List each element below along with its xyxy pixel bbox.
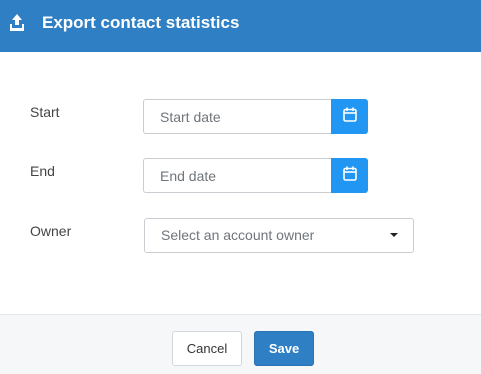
owner-label: Owner — [30, 223, 72, 239]
cancel-button[interactable]: Cancel — [172, 331, 242, 366]
export-contact-statistics-dialog: Export contact statistics Start End — [0, 0, 481, 374]
owner-select-value: Select an account owner — [161, 227, 315, 243]
start-date-input[interactable] — [143, 99, 331, 134]
end-date-group — [143, 158, 368, 193]
start-label: Start — [30, 104, 60, 120]
dialog-header: Export contact statistics — [0, 0, 481, 52]
dialog-footer: Cancel Save — [0, 314, 481, 374]
dialog-body: Start End — [0, 52, 481, 314]
calendar-icon — [342, 107, 357, 127]
dialog-title: Export contact statistics — [42, 13, 240, 32]
end-date-input[interactable] — [143, 158, 331, 193]
save-button[interactable]: Save — [254, 331, 314, 366]
caret-down-icon — [390, 233, 398, 237]
end-calendar-button[interactable] — [331, 158, 368, 193]
upload-icon — [9, 14, 25, 32]
start-date-group — [143, 99, 368, 134]
start-calendar-button[interactable] — [331, 99, 368, 134]
owner-select[interactable]: Select an account owner — [144, 218, 414, 253]
end-label: End — [30, 163, 55, 179]
calendar-icon — [342, 166, 357, 186]
